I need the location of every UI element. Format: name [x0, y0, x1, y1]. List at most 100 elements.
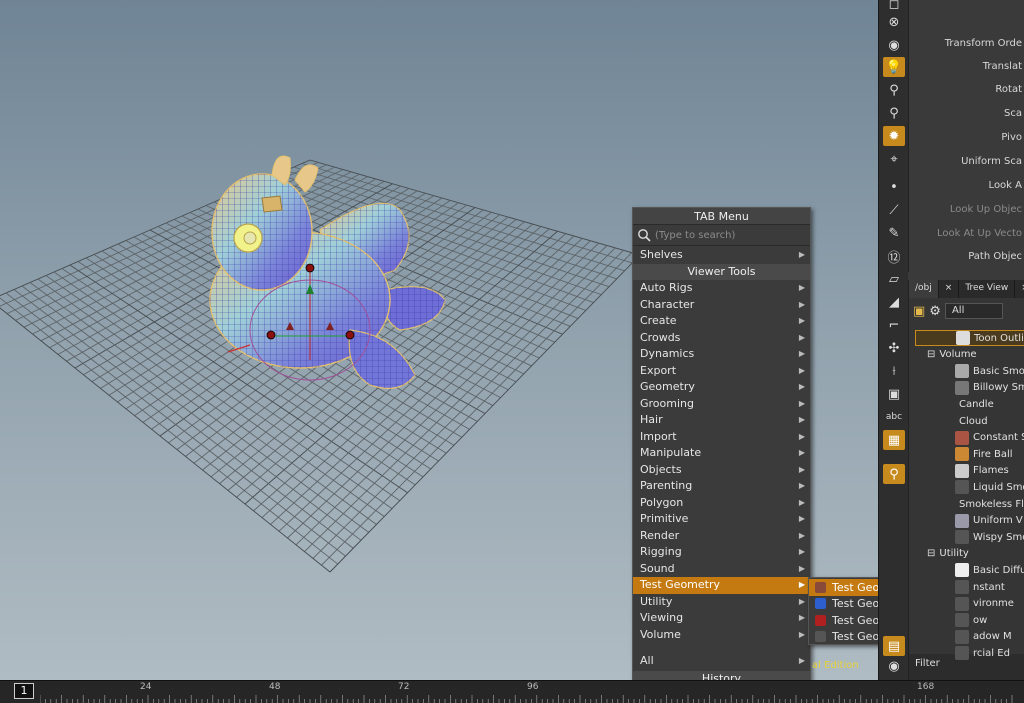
menu-item-all[interactable]: All ▶	[633, 653, 810, 670]
param-label: Look Up Objec	[949, 204, 1022, 215]
tree-item-row[interactable]: adow M	[955, 629, 1012, 645]
current-frame-field[interactable]: 1	[14, 683, 34, 699]
box-icon[interactable]: ▣	[883, 384, 905, 404]
tree-item-row[interactable]: Wispy Smo	[955, 529, 1024, 545]
timeline[interactable]: 1 24 48 72 96 168	[0, 680, 1024, 703]
tree-row-label: vironme	[973, 598, 1014, 610]
tree-item-row[interactable]: nstant	[955, 579, 1005, 595]
tree-row-label: Uniform V	[973, 515, 1023, 527]
lock-icon[interactable]: ▤	[883, 636, 905, 656]
menu-item-sound[interactable]: Sound ▶	[633, 561, 810, 578]
tree-item-row[interactable]: Basic Diffu	[955, 562, 1024, 578]
tab-menu-search[interactable]: (Type to search)	[633, 225, 810, 246]
tree-item-row[interactable]: Cloud	[955, 413, 988, 429]
gear-icon[interactable]: ⚙	[929, 304, 941, 319]
environment-light-icon[interactable]: ✹	[883, 126, 905, 146]
shader-thumbnail-icon	[955, 380, 969, 395]
number-icon[interactable]: ⑫	[883, 246, 905, 266]
tree-item-row[interactable]: Liquid Smo	[955, 479, 1024, 495]
tree-item-row[interactable]: Constant S	[955, 430, 1024, 446]
shader-thumbnail-icon	[955, 364, 969, 379]
menu-item-volume[interactable]: Volume ▶	[633, 627, 810, 644]
pen-icon[interactable]: ✎	[883, 223, 905, 243]
menu-item-grooming-label: Grooming	[640, 396, 694, 410]
tree-item-row[interactable]: vironme	[955, 596, 1014, 612]
menu-item-primitive[interactable]: Primitive ▶	[633, 511, 810, 528]
timeline-tick-label: 24	[140, 682, 152, 692]
menu-item-auto-rigs[interactable]: Auto Rigs ▶	[633, 280, 810, 297]
null-icon[interactable]: ⊗	[883, 12, 905, 32]
eye-icon[interactable]: ◉	[883, 656, 905, 676]
menu-item-render-label: Render	[640, 528, 680, 542]
tab-tree-view[interactable]: Tree View	[959, 280, 1016, 298]
menu-item-parenting[interactable]: Parenting ▶	[633, 478, 810, 495]
chevron-right-icon: ▶	[798, 250, 805, 259]
collapse-icon[interactable]: ⊟	[927, 349, 935, 360]
menu-item-create[interactable]: Create ▶	[633, 313, 810, 330]
menu-item-utility[interactable]: Utility ▶	[633, 594, 810, 611]
transform-icon[interactable]: ✣	[883, 338, 905, 358]
point-light-icon[interactable]: ⚲	[883, 80, 905, 100]
tree-row-label: Volume	[939, 349, 977, 361]
menu-item-parenting-label: Parenting	[640, 479, 693, 492]
menu-item-viewing[interactable]: Viewing ▶	[633, 610, 810, 627]
tab-obj[interactable]: /obj	[909, 280, 939, 298]
tree-item-row[interactable]: Flames	[955, 463, 1009, 479]
menu-item-crowds[interactable]: Crowds ▶	[633, 330, 810, 347]
text-icon[interactable]: abc	[883, 407, 905, 427]
tree-row-label: Basic Smo	[973, 365, 1024, 377]
shape-icon[interactable]: ◢	[883, 292, 905, 312]
menu-item-hair[interactable]: Hair ▶	[633, 412, 810, 429]
menu-item-manipulate[interactable]: Manipulate ▶	[633, 445, 810, 462]
tree-row-label: Flames	[973, 465, 1009, 477]
tree-item-row[interactable]: Basic Smo	[955, 363, 1024, 379]
tree-item-row[interactable]: rcial Ed	[955, 645, 1010, 661]
spot-light-icon[interactable]: ⚲	[883, 103, 905, 123]
tree-item-row[interactable]: Candle	[955, 396, 994, 412]
menu-item-objects[interactable]: Objects ▶	[633, 462, 810, 479]
menu-item-import[interactable]: Import ▶	[633, 429, 810, 446]
menu-item-dynamics[interactable]: Dynamics ▶	[633, 346, 810, 363]
menu-item-geometry-label: Geometry	[640, 380, 695, 393]
menu-item-geometry[interactable]: Geometry ▶	[633, 379, 810, 396]
search-placeholder[interactable]: (Type to search)	[655, 230, 735, 241]
tree-tabs: /obj × Tree View ×	[909, 280, 1024, 298]
param-label: Transform Orde	[944, 38, 1022, 49]
paint-icon[interactable]: ▱	[883, 269, 905, 289]
tree-item-row[interactable]: Billowy Sm	[955, 380, 1024, 396]
folder-icon[interactable]: ▣	[913, 304, 925, 319]
menu-item-render[interactable]: Render ▶	[633, 528, 810, 545]
filter-dropdown[interactable]: All	[944, 303, 1003, 319]
tree-item-row[interactable]: Toon Outli	[915, 330, 1024, 346]
bone-icon[interactable]: ⟊	[883, 361, 905, 381]
tab-tree-view-close[interactable]: ×	[1015, 280, 1024, 298]
image-icon[interactable]: ▦	[883, 430, 905, 450]
shader-thumbnail-icon	[955, 447, 969, 462]
point-icon[interactable]: •	[883, 177, 905, 197]
menu-item-utility-label: Utility	[640, 594, 673, 608]
tab-obj-close[interactable]: ×	[939, 280, 960, 298]
menu-item-character[interactable]: Character ▶	[633, 297, 810, 314]
menu-item-hair-label: Hair	[640, 413, 663, 426]
param-label: Look A	[988, 180, 1022, 191]
camera-icon[interactable]: ⌖	[883, 149, 905, 169]
menu-item-polygon[interactable]: Polygon ▶	[633, 495, 810, 512]
tree-folder-row[interactable]: ⊟ Utility	[927, 546, 969, 562]
tree-item-row[interactable]: Fire Ball	[955, 446, 1013, 462]
light-icon[interactable]: 💡	[883, 57, 905, 77]
pin-icon[interactable]: ⚲	[883, 464, 905, 484]
brush-icon[interactable]: ⟋	[883, 200, 905, 220]
tree-item-row[interactable]: Smokeless Fla	[955, 496, 1024, 512]
curve-icon[interactable]: ⌐	[883, 315, 905, 335]
menu-item-create-label: Create	[640, 314, 677, 327]
tree-item-row[interactable]: Uniform V	[955, 513, 1023, 529]
sphere-icon[interactable]: ◉	[883, 35, 905, 55]
collapse-icon[interactable]: ⊟	[927, 548, 935, 559]
tree-item-row[interactable]: ow	[955, 612, 987, 628]
tree-folder-row[interactable]: ⊟ Volume	[927, 347, 977, 363]
menu-item-rigging[interactable]: Rigging ▶	[633, 544, 810, 561]
menu-item-grooming[interactable]: Grooming ▶	[633, 396, 810, 413]
menu-item-export[interactable]: Export ▶	[633, 363, 810, 380]
menu-item-test-geometry[interactable]: Test Geometry ▶	[633, 577, 810, 594]
menu-item-shelves[interactable]: Shelves ▶	[633, 247, 810, 264]
